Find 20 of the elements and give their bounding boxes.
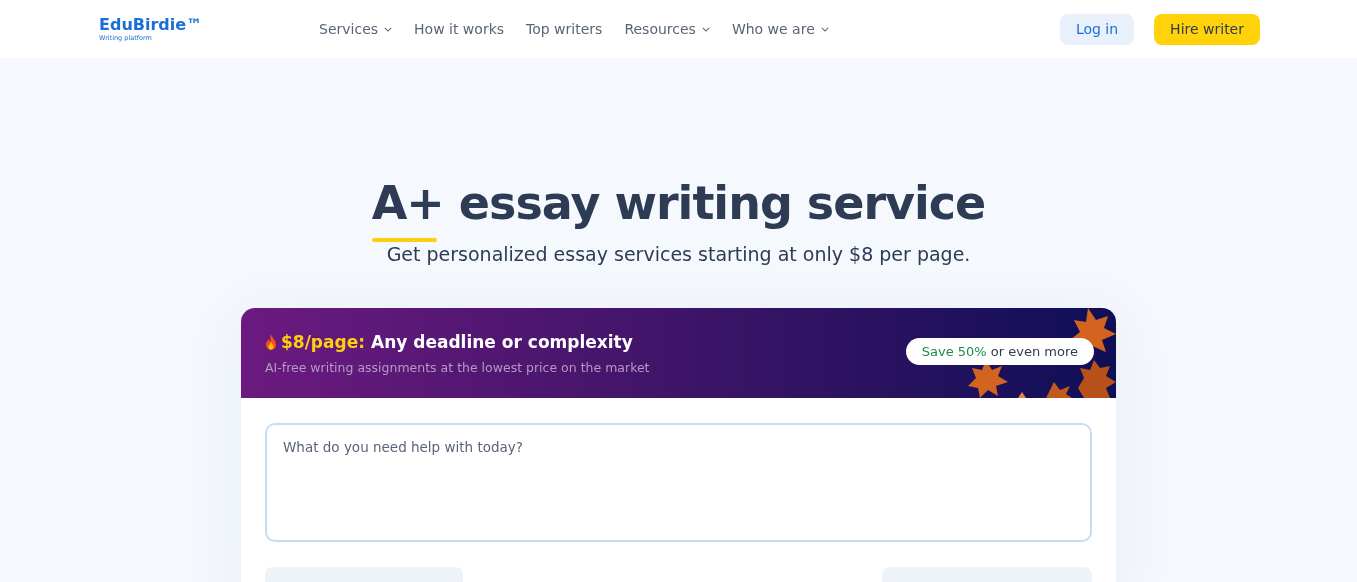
hero-subtitle: Get personalized essay services starting at only $8 per page. bbox=[386, 243, 971, 265]
discount-badge: Save 50% or even more bbox=[905, 338, 1094, 365]
nav-link[interactable]: Who we are bbox=[731, 21, 829, 37]
hire-writer-button[interactable]: Hire writer bbox=[1154, 13, 1260, 45]
offer-price: $8/page: bbox=[281, 331, 365, 352]
offer-headline: Any deadline or complexity bbox=[371, 331, 633, 352]
nav-link[interactable]: Top writers bbox=[526, 21, 603, 37]
chevron-down-icon bbox=[701, 26, 710, 32]
nav-link[interactable]: Resources bbox=[624, 21, 710, 37]
logo[interactable]: EduBirdie™ bbox=[99, 16, 319, 34]
chevron-down-icon bbox=[820, 26, 829, 32]
login-button[interactable]: Log in bbox=[1059, 13, 1135, 45]
flame-icon bbox=[265, 333, 277, 350]
nav-link[interactable]: How it works bbox=[414, 21, 505, 37]
hero-title: A+ essay writing service bbox=[371, 175, 986, 231]
nav-link[interactable]: Services bbox=[319, 21, 393, 37]
request-text-field[interactable]: What do you need help with today? bbox=[265, 423, 1092, 542]
offer-description: AI-free writing assignments at the lowest price on the market bbox=[265, 359, 650, 375]
title-underline bbox=[371, 238, 437, 242]
chevron-down-icon bbox=[384, 26, 393, 32]
